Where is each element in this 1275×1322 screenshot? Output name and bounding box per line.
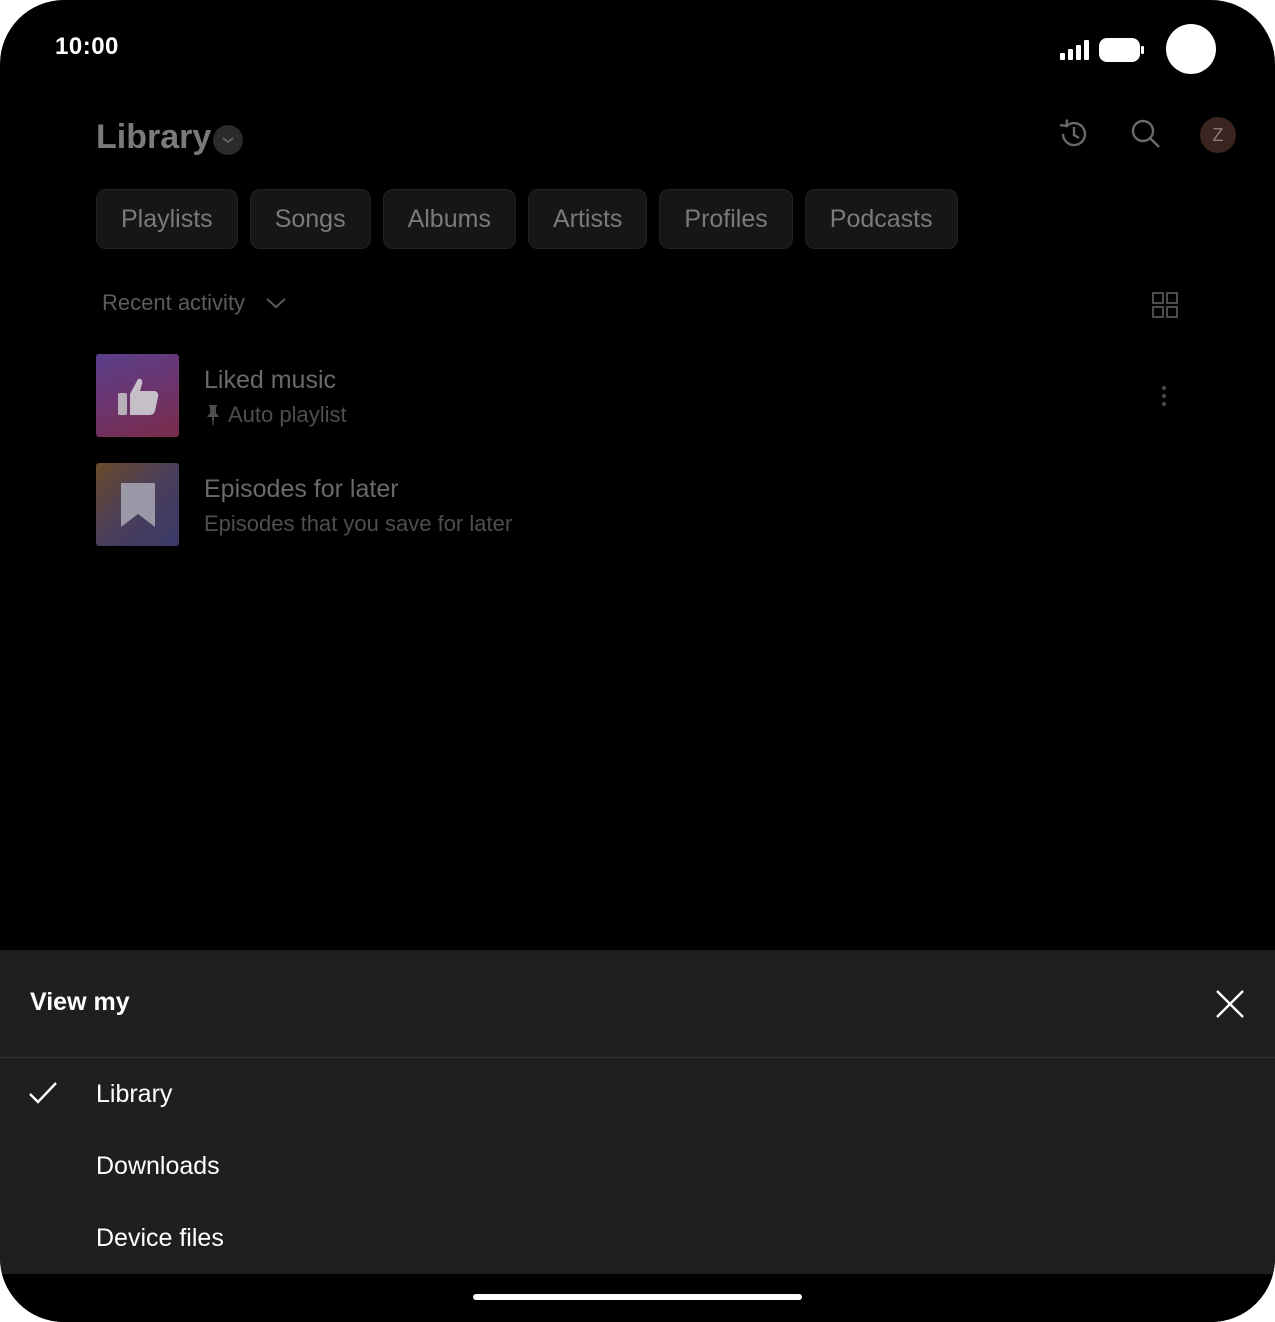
item-subtitle: Episodes that you save for later: [204, 511, 512, 537]
chip-playlists[interactable]: Playlists: [96, 189, 238, 249]
chip-profiles[interactable]: Profiles: [659, 189, 793, 249]
thumbs-up-icon: [117, 378, 158, 415]
chip-songs[interactable]: Songs: [249, 189, 371, 249]
home-indicator[interactable]: [473, 1294, 802, 1300]
close-icon[interactable]: [1214, 988, 1246, 1020]
episodes-thumbnail: [96, 463, 179, 546]
liked-music-thumbnail: [96, 354, 179, 437]
item-subtitle: Auto playlist: [204, 402, 347, 428]
page-title: Library: [96, 118, 212, 156]
device-screen: 10:00 Library Z Playlists Songs Albums A…: [0, 0, 1275, 1322]
history-icon[interactable]: [1056, 116, 1092, 152]
item-title: Episodes for later: [204, 475, 399, 503]
filter-chips: Playlists Songs Albums Artists Profiles …: [96, 189, 958, 249]
item-title: Liked music: [204, 366, 336, 394]
pin-icon: [207, 405, 219, 425]
chip-podcasts[interactable]: Podcasts: [804, 189, 958, 249]
list-item[interactable]: Episodes for later Episodes that you sav…: [96, 463, 1186, 547]
list-item[interactable]: Liked music Auto playlist: [96, 354, 1186, 438]
item-subtitle-text: Episodes that you save for later: [204, 511, 513, 536]
sheet-title: View my: [30, 988, 130, 1016]
chevron-down-icon: [222, 137, 234, 144]
view-my-sheet: View my Library Downloads Device files: [0, 950, 1275, 1322]
search-icon[interactable]: [1128, 116, 1164, 152]
option-device-files[interactable]: Device files: [0, 1204, 1275, 1276]
sort-label: Recent activity: [102, 290, 246, 315]
option-label: Device files: [96, 1224, 224, 1252]
grid-view-icon[interactable]: [1152, 292, 1178, 318]
gesture-nav-bar: [0, 1274, 1275, 1322]
library-screen: Library Z Playlists Songs Albums Artists…: [0, 0, 1275, 950]
chip-albums[interactable]: Albums: [382, 189, 516, 249]
more-options-icon[interactable]: [1158, 384, 1170, 408]
chevron-down-icon: [266, 298, 286, 309]
title-dropdown-button[interactable]: [213, 125, 243, 155]
option-label: Library: [96, 1080, 173, 1108]
bookmark-icon: [120, 482, 155, 527]
sheet-divider: [0, 1057, 1275, 1058]
avatar[interactable]: Z: [1200, 117, 1236, 153]
sort-dropdown[interactable]: Recent activity: [102, 290, 287, 316]
chip-artists[interactable]: Artists: [527, 189, 648, 249]
option-label: Downloads: [96, 1152, 220, 1180]
option-downloads[interactable]: Downloads: [0, 1132, 1275, 1204]
item-subtitle-text: Auto playlist: [228, 402, 347, 427]
option-library[interactable]: Library: [0, 1060, 1275, 1132]
check-icon: [29, 1082, 57, 1104]
